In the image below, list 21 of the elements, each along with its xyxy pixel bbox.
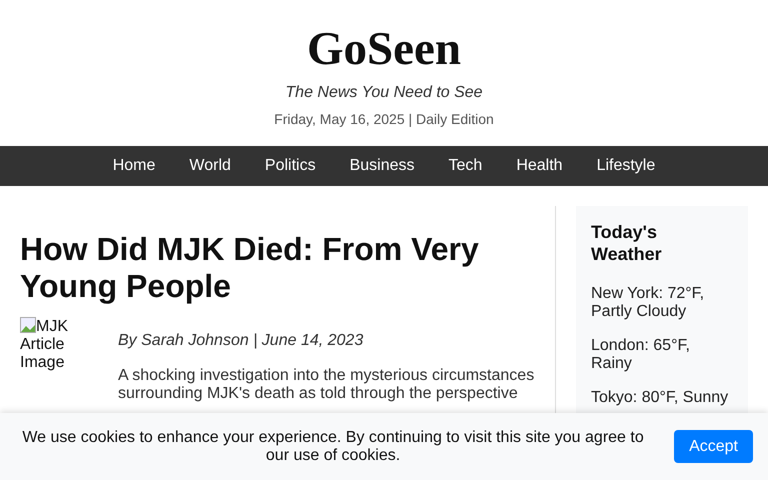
- article-byline: By Sarah Johnson | June 14, 2023: [118, 331, 364, 351]
- accept-button[interactable]: Accept: [674, 430, 753, 463]
- nav-link[interactable]: Business: [332, 146, 432, 186]
- broken-image-icon: [20, 317, 36, 333]
- nav-link[interactable]: Tech: [432, 146, 500, 186]
- weather-item: Tokyo: 80°F, Sunny: [591, 389, 730, 407]
- edition-date: Friday, May 16, 2025 | Daily Edition: [274, 110, 494, 128]
- nav-link[interactable]: Lifestyle: [580, 146, 672, 186]
- broken-image: MJK Article Image: [20, 317, 69, 373]
- site-tagline: The News You Need to See: [285, 83, 483, 103]
- weather-item: New York: 72°F, Partly Cloudy: [591, 285, 706, 321]
- cookie-text: We use cookies to enhance your experience. By continuing to visit this site you agree to our use of cookies.: [21, 428, 645, 464]
- nav-link[interactable]: Politics: [248, 146, 333, 186]
- site-logo: GoSeen: [306, 22, 462, 76]
- nav-link[interactable]: Home: [96, 146, 172, 186]
- weather-title: Today's Weather: [591, 221, 663, 265]
- article-summary: A shocking investigation into the mysterious circumstances surrounding MJK's death as told through the perspective: [118, 367, 535, 403]
- weather-item: London: 65°F, Rainy: [591, 337, 691, 373]
- article-title: How Did MJK Died: From Very Young People: [20, 231, 480, 305]
- nav-link[interactable]: Health: [499, 146, 580, 186]
- nav-link[interactable]: World: [172, 146, 248, 186]
